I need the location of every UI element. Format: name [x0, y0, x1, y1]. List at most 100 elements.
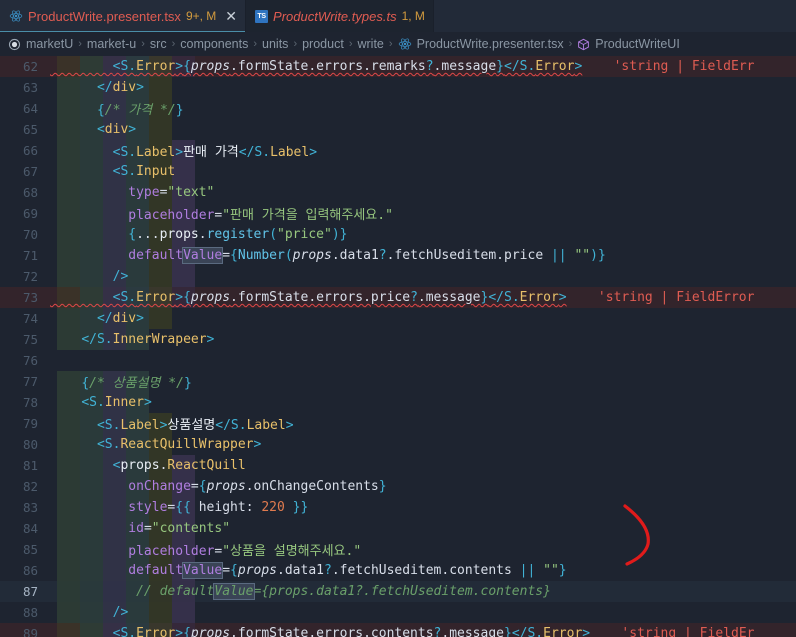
record-icon [8, 38, 21, 51]
line-number: 88 [22, 605, 38, 620]
line-number: 80 [22, 437, 38, 452]
code-line[interactable]: 88 /> [0, 602, 796, 623]
code-text: </S.InnerWrapeer> [81, 332, 215, 347]
code-line[interactable]: 77 {/* 상품설명 */} [0, 371, 796, 392]
code-text: <S.ReactQuillWrapper> [96, 437, 262, 452]
breadcrumb-separator: › [388, 38, 393, 50]
code-editor[interactable]: 62 <S.Error>{props.formState.errors.rema… [0, 56, 796, 637]
breadcrumb-item-src[interactable]: src [150, 37, 167, 51]
code-line[interactable]: 82 onChange={props.onChangeContents} [0, 476, 796, 497]
typescript-icon: TS [255, 9, 269, 23]
breadcrumb-item-units[interactable]: units [262, 37, 288, 51]
code-line[interactable]: 75 </S.InnerWrapeer> [0, 329, 796, 350]
breadcrumb-separator: › [348, 38, 353, 50]
close-icon[interactable]: ✕ [225, 9, 237, 23]
react-icon [398, 37, 412, 51]
tab-product-write-types[interactable]: TS ProductWrite.types.ts 1, M [246, 0, 434, 32]
code-text: {...props.register("price")} [128, 227, 348, 242]
code-text: style={{ height: 220 }} [128, 500, 309, 515]
tab-product-write-presenter[interactable]: ProductWrite.presenter.tsx 9+, M ✕ [0, 0, 247, 32]
code-line[interactable]: 89 <S.Error>{props.formState.errors.cont… [0, 623, 796, 637]
code-line[interactable]: 70 {...props.register("price")} [0, 224, 796, 245]
code-line[interactable]: 78 <S.Inner> [0, 392, 796, 413]
line-number: 70 [22, 227, 38, 242]
code-text: </div> [96, 80, 144, 95]
breadcrumb-separator: › [293, 38, 298, 50]
code-text: <div> [96, 122, 137, 137]
code-text: onChange={props.onChangeContents} [128, 479, 387, 494]
code-line[interactable]: 79 <S.Label>상품설명</S.Label> [0, 413, 796, 434]
code-text: <S.Label>판매 가격</S.Label> [112, 145, 318, 160]
line-number: 67 [22, 164, 38, 179]
line-number: 72 [22, 269, 38, 284]
selection-highlight: Value [182, 247, 224, 264]
code-text: // defaultValue={props.data1?.fetchUsedi… [136, 583, 551, 600]
breadcrumb-separator: › [253, 38, 258, 50]
breadcrumb-item-write[interactable]: write [357, 37, 383, 51]
line-number: 83 [22, 500, 38, 515]
breadcrumb-item-marketu[interactable]: marketU [26, 37, 73, 51]
code-line[interactable]: 65 <div> [0, 119, 796, 140]
code-text: type="text" [128, 185, 215, 200]
code-text: placeholder="판매 가격을 입력해주세요." [128, 208, 393, 223]
line-number: 85 [22, 542, 38, 557]
line-number: 89 [22, 626, 38, 637]
line-number: 69 [22, 206, 38, 221]
code-line[interactable]: 73 <S.Error>{props.formState.errors.pric… [0, 287, 796, 308]
line-number: 71 [22, 248, 38, 263]
code-line[interactable]: 64 {/* 가격 */} [0, 98, 796, 119]
code-line[interactable]: 69 placeholder="판매 가격을 입력해주세요." [0, 203, 796, 224]
line-number: 84 [22, 521, 38, 536]
code-line[interactable]: 85 placeholder="상품을 설명해주세요." [0, 539, 796, 560]
line-number: 79 [22, 416, 38, 431]
line-number: 76 [22, 353, 38, 368]
cube-icon [577, 38, 590, 51]
code-line[interactable]: 63 </div> [0, 77, 796, 98]
code-line[interactable]: 62 <S.Error>{props.formState.errors.rema… [0, 56, 796, 77]
code-text: <S.Error>{props.formState.errors.content… [112, 626, 755, 637]
breadcrumb: marketU › market-u › src › components › … [0, 32, 796, 56]
code-line[interactable]: 80 <S.ReactQuillWrapper> [0, 434, 796, 455]
code-text: defaultValue={props.data1?.fetchUseditem… [128, 562, 567, 579]
code-text: {/* 가격 */} [96, 103, 184, 118]
code-line[interactable]: 76 [0, 350, 796, 371]
code-text: <S.Inner> [81, 395, 152, 410]
code-line[interactable]: 86 defaultValue={props.data1?.fetchUsedi… [0, 560, 796, 581]
line-number: 74 [22, 311, 38, 326]
line-number: 63 [22, 80, 38, 95]
tab-label: ProductWrite.types.ts [273, 8, 397, 24]
code-line[interactable]: 68 type="text" [0, 182, 796, 203]
code-line[interactable]: 83 style={{ height: 220 }} [0, 497, 796, 518]
tab-badge: 9+, M [185, 9, 217, 23]
code-text: placeholder="상품을 설명해주세요." [128, 544, 362, 559]
line-number: 64 [22, 101, 38, 116]
line-number: 87 [22, 584, 38, 599]
line-number: 86 [22, 563, 38, 578]
tab-badge: 1, M [401, 9, 425, 23]
selection-highlight: Value [182, 562, 224, 579]
tab-label: ProductWrite.presenter.tsx [28, 8, 181, 24]
code-line[interactable]: 72 /> [0, 266, 796, 287]
breadcrumb-item-file[interactable]: ProductWrite.presenter.tsx [417, 37, 564, 51]
line-number: 82 [22, 479, 38, 494]
breadcrumb-item-market-u[interactable]: market-u [87, 37, 136, 51]
code-line[interactable]: 71 defaultValue={Number(props.data1?.fet… [0, 245, 796, 266]
line-number: 66 [22, 143, 38, 158]
line-number: 73 [22, 290, 38, 305]
code-line-active[interactable]: 87 // defaultValue={props.data1?.fetchUs… [0, 581, 796, 602]
breadcrumb-item-symbol[interactable]: ProductWriteUI [595, 37, 680, 51]
code-text: <S.Error>{props.formState.errors.remarks… [112, 59, 755, 74]
line-number: 75 [22, 332, 38, 347]
code-line[interactable]: 66 <S.Label>판매 가격</S.Label> [0, 140, 796, 161]
breadcrumb-item-product[interactable]: product [302, 37, 344, 51]
code-text: {/* 상품설명 */} [81, 376, 192, 391]
line-number: 81 [22, 458, 38, 473]
code-line[interactable]: 81 <props.ReactQuill [0, 455, 796, 476]
breadcrumb-item-components[interactable]: components [180, 37, 248, 51]
code-text: /> [112, 269, 129, 284]
line-number: 78 [22, 395, 38, 410]
code-line[interactable]: 74 </div> [0, 308, 796, 329]
code-line[interactable]: 67 <S.Input [0, 161, 796, 182]
code-line[interactable]: 84 id="contents" [0, 518, 796, 539]
breadcrumb-separator: › [141, 38, 145, 50]
